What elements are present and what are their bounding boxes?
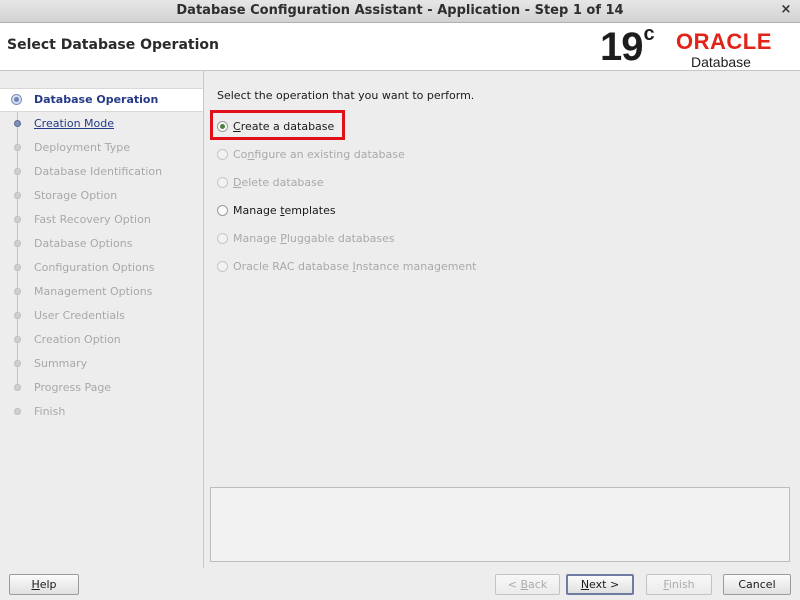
steps-sidebar: Database Operation Creation Mode Deploymen… xyxy=(0,71,204,568)
sidebar-step-creation-option: Creation Option xyxy=(0,328,203,352)
option-label-pre: Co xyxy=(233,148,248,161)
next-label: ext > xyxy=(589,578,620,591)
option-label: Configure an existing database xyxy=(233,148,405,161)
option-label-pre: Manage xyxy=(233,204,281,217)
step-indicator-icon xyxy=(14,384,21,391)
next-button[interactable]: Next > xyxy=(566,574,634,595)
step-indicator-icon xyxy=(14,312,21,319)
page-header: Select Database Operation 19c ORACLE Dat… xyxy=(0,23,800,71)
sidebar-step-label: Creation Mode xyxy=(34,117,115,130)
step-indicator-icon xyxy=(14,336,21,343)
sidebar-step-label: Finish xyxy=(34,405,66,418)
step-indicator-icon xyxy=(14,240,21,247)
logo-brand: ORACLE xyxy=(676,29,772,54)
page-title: Select Database Operation xyxy=(7,37,219,53)
step-indicator-icon xyxy=(14,264,21,271)
option-label-post: emplates xyxy=(284,204,336,217)
sidebar-step-label: Database Options xyxy=(34,237,133,250)
selection-highlight-box xyxy=(210,110,345,140)
message-area xyxy=(210,487,790,562)
window-titlebar: Database Configuration Assistant - Appli… xyxy=(0,0,800,23)
sidebar-step-label: User Credentials xyxy=(34,309,125,322)
radio-icon xyxy=(217,177,228,188)
option-mnemonic: P xyxy=(280,232,287,245)
logo-version-suffix: c xyxy=(643,23,655,45)
cancel-button[interactable]: Cancel xyxy=(723,574,791,595)
main-panel: Select the operation that you want to pe… xyxy=(204,71,800,568)
sidebar-step-database-options: Database Options xyxy=(0,232,203,256)
option-label-post: nstance management xyxy=(355,260,477,273)
sidebar-step-database-operation[interactable]: Database Operation xyxy=(0,88,203,112)
sidebar-step-label: Configuration Options xyxy=(34,261,155,274)
logo-product: Database xyxy=(691,54,751,70)
oracle-logo: 19c ORACLE Database xyxy=(598,23,788,70)
sidebar-step-label: Database Identification xyxy=(34,165,163,178)
sidebar-step-label: Progress Page xyxy=(34,381,112,394)
finish-label: inish xyxy=(668,578,695,591)
back-label-pre: < xyxy=(507,578,521,591)
option-label: Manage Pluggable databases xyxy=(233,232,395,245)
back-label: ack xyxy=(528,578,548,591)
step-indicator-icon xyxy=(14,288,21,295)
sidebar-step-label: Fast Recovery Option xyxy=(34,213,151,226)
step-indicator-icon xyxy=(14,168,21,175)
step-indicator-icon xyxy=(14,360,21,367)
option-label-pre: Manage xyxy=(233,232,281,245)
sidebar-step-progress-page: Progress Page xyxy=(0,376,203,400)
option-label: Oracle RAC database Instance management xyxy=(233,260,476,273)
sidebar-step-label: Summary xyxy=(34,357,88,370)
finish-button[interactable]: Finish xyxy=(646,574,712,595)
sidebar-step-finish: Finish xyxy=(0,400,203,424)
back-button[interactable]: < Back xyxy=(495,574,560,595)
radio-icon[interactable] xyxy=(217,205,228,216)
sidebar-step-user-credentials: User Credentials xyxy=(0,304,203,328)
sidebar-step-database-identification: Database Identification xyxy=(0,160,203,184)
step-indicator-icon xyxy=(14,192,21,199)
sidebar-step-label: Creation Option xyxy=(34,333,121,346)
option-label: Manage templates xyxy=(233,204,336,217)
sidebar-step-configuration-options: Configuration Options xyxy=(0,256,203,280)
step-indicator-icon xyxy=(11,94,22,105)
radio-icon xyxy=(217,149,228,160)
step-indicator-icon xyxy=(14,216,21,223)
back-mnemonic: B xyxy=(520,578,529,591)
step-indicator-icon xyxy=(14,408,21,415)
help-label: elp xyxy=(39,578,57,591)
sidebar-step-label: Management Options xyxy=(34,285,153,298)
sidebar-step-deployment-type: Deployment Type xyxy=(0,136,203,160)
option-label-post: luggable databases xyxy=(286,232,395,245)
help-button[interactable]: Help xyxy=(9,574,79,595)
radio-icon xyxy=(217,261,228,272)
option-label-post: figure an existing database xyxy=(254,148,405,161)
step-indicator-icon xyxy=(14,144,21,151)
close-icon[interactable]: × xyxy=(778,2,794,18)
instruction-text: Select the operation that you want to pe… xyxy=(217,89,475,102)
sidebar-step-summary: Summary xyxy=(0,352,203,376)
sidebar-step-label: Storage Option xyxy=(34,189,118,202)
sidebar-step-management-options: Management Options xyxy=(0,280,203,304)
window-title: Database Configuration Assistant - Appli… xyxy=(176,3,624,18)
footer-bar: Help < Back Next > Finish Cancel xyxy=(0,568,800,600)
sidebar-step-creation-mode[interactable]: Creation Mode xyxy=(0,112,203,136)
sidebar-step-fast-recovery-option: Fast Recovery Option xyxy=(0,208,203,232)
option-label: Delete database xyxy=(233,176,324,189)
sidebar-step-label: Database Operation xyxy=(34,93,159,106)
step-indicator-icon xyxy=(14,120,21,127)
sidebar-step-label: Deployment Type xyxy=(34,141,131,154)
option-label-pre: Oracle RAC database xyxy=(233,260,353,273)
help-mnemonic: H xyxy=(31,578,40,591)
sidebar-step-storage-option: Storage Option xyxy=(0,184,203,208)
logo-version: 19c xyxy=(600,23,655,70)
option-label-post: elete database xyxy=(241,176,324,189)
next-mnemonic: N xyxy=(580,578,590,591)
logo-version-number: 19 xyxy=(600,25,643,69)
radio-icon xyxy=(217,233,228,244)
